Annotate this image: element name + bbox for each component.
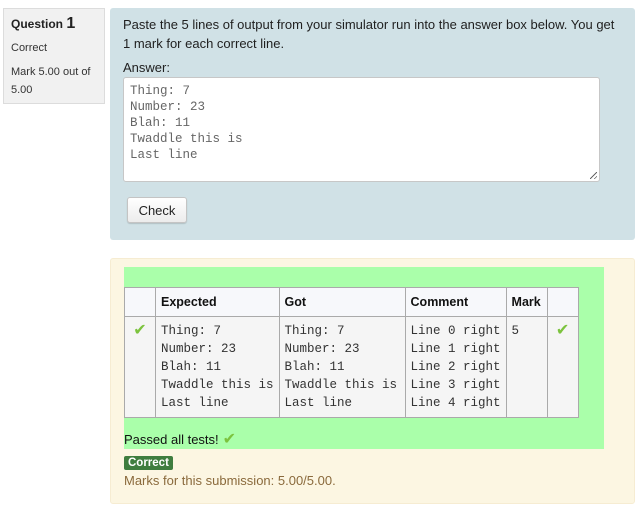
answer-label: Answer: — [123, 60, 170, 75]
header-status — [124, 287, 156, 317]
question-info-panel: Question 1 Correct Mark 5.00 out of 5.00 — [3, 8, 105, 104]
passed-summary: Passed all tests! ✔ — [124, 429, 237, 448]
question-number: Question 1 — [11, 15, 76, 32]
expected-cell: Thing: 7 Number: 23 Blah: 11 Twaddle thi… — [155, 316, 280, 418]
check-button[interactable]: Check — [127, 197, 187, 223]
comment-cell: Line 0 right Line 1 right Line 2 right L… — [404, 316, 507, 418]
header-expected: Expected — [155, 287, 280, 317]
header-mark: Mark — [505, 287, 548, 317]
result-cell: ✔ — [546, 316, 579, 418]
results-table: Expected Got Comment Mark ✔ Thing: 7 Num… — [124, 287, 579, 418]
answer-text: Thing: 7 Number: 23 Blah: 11 Twaddle thi… — [130, 84, 243, 162]
test-results: Expected Got Comment Mark ✔ Thing: 7 Num… — [124, 267, 604, 449]
status-cell: ✔ — [124, 316, 156, 418]
outcome-panel: Expected Got Comment Mark ✔ Thing: 7 Num… — [110, 258, 635, 504]
answer-textarea[interactable]: Thing: 7 Number: 23 Blah: 11 Twaddle thi… — [123, 77, 600, 182]
header-got: Got — [278, 287, 406, 317]
question-grade: Mark 5.00 out of 5.00 — [11, 66, 91, 96]
header-result — [546, 287, 579, 317]
question-formulation: Paste the 5 lines of output from your si… — [110, 8, 635, 240]
tick-icon: ✔ — [555, 320, 570, 339]
got-cell: Thing: 7 Number: 23 Blah: 11 Twaddle thi… — [278, 316, 406, 418]
header-comment: Comment — [404, 287, 507, 317]
tick-icon: ✔ — [222, 429, 237, 448]
mark-cell: 5 — [505, 316, 548, 418]
tick-icon: ✔ — [133, 320, 147, 339]
submission-marks: Marks for this submission: 5.00/5.00. — [124, 473, 336, 488]
resize-grip-icon[interactable] — [590, 172, 597, 179]
question-state: Correct — [11, 42, 48, 54]
table-row: ✔ Thing: 7 Number: 23 Blah: 11 Twaddle t… — [124, 316, 579, 418]
table-header-row: Expected Got Comment Mark — [124, 287, 579, 317]
correct-badge: Correct — [124, 456, 173, 470]
question-text: Paste the 5 lines of output from your si… — [123, 17, 615, 51]
